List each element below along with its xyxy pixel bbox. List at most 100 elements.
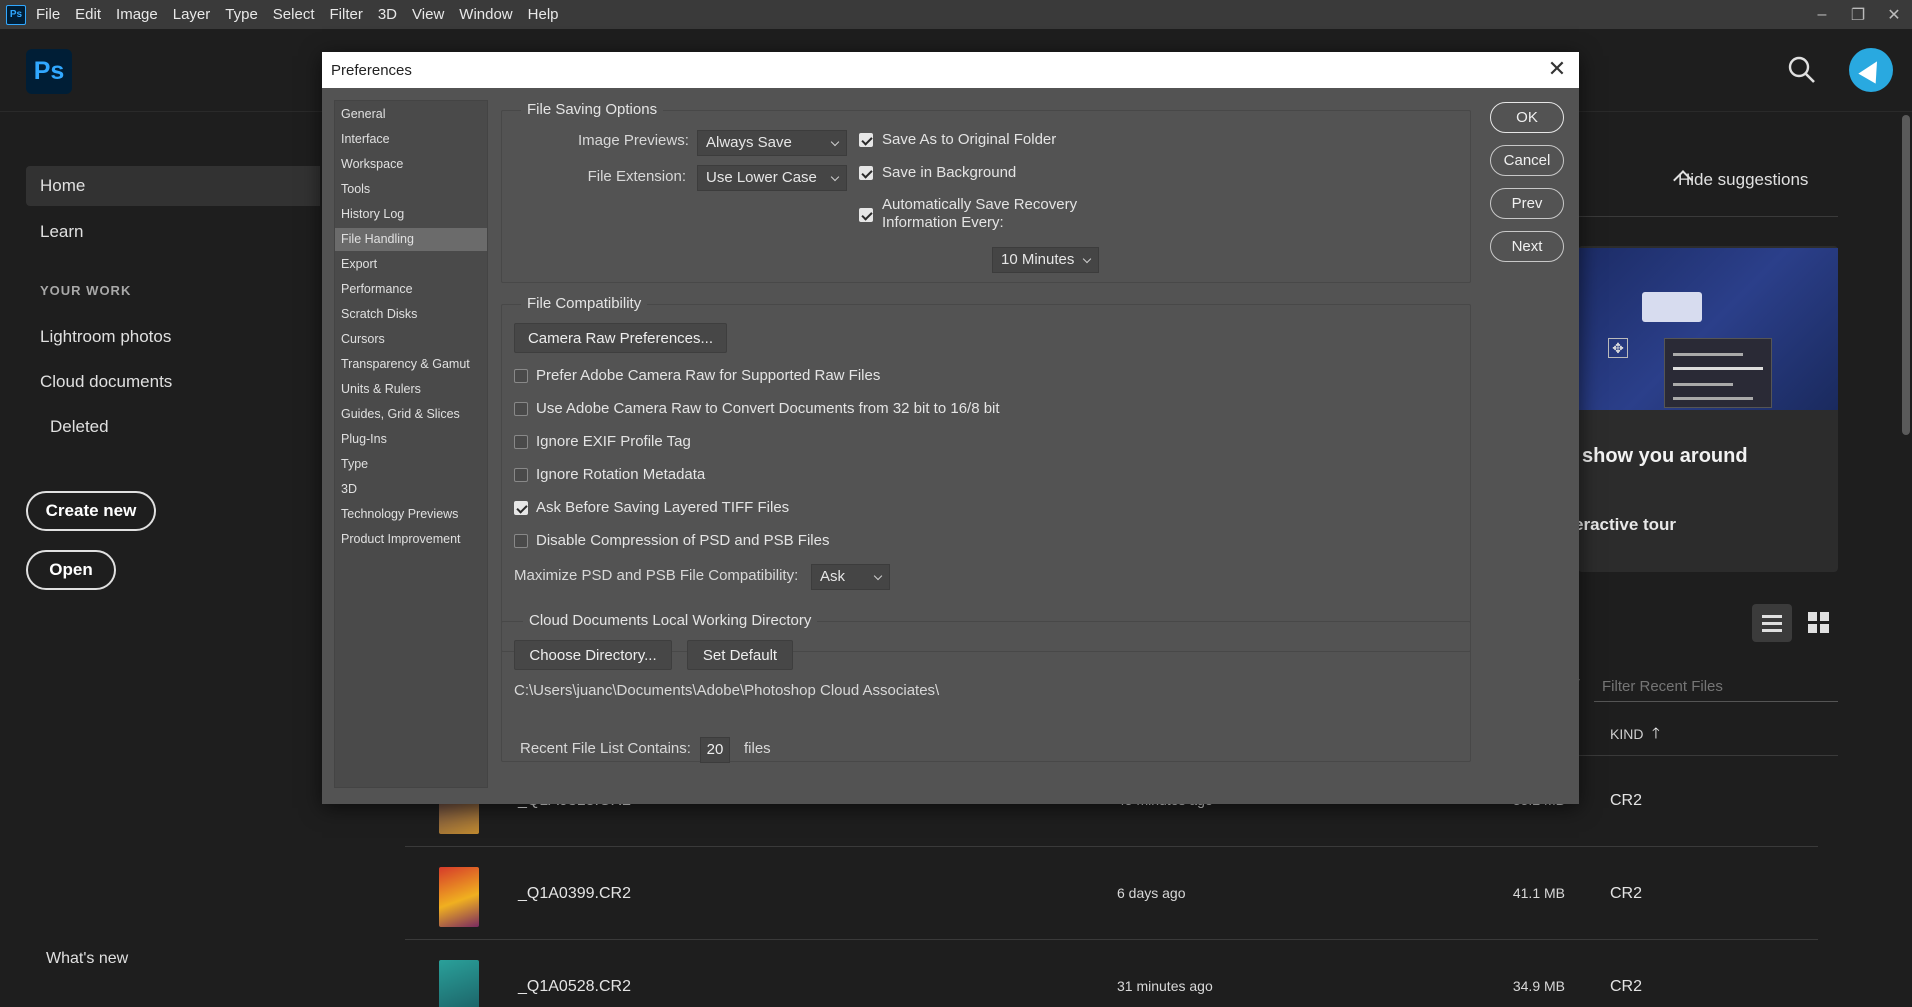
nav-item-tools[interactable]: Tools <box>335 178 487 201</box>
create-new-button[interactable]: Create new <box>26 491 156 531</box>
search-icon[interactable] <box>1787 55 1817 85</box>
file-name: _Q1A0399.CR2 <box>518 885 631 902</box>
prefer-camera-raw-checkbox[interactable] <box>514 369 528 383</box>
window-controls: – ❐ ✕ <box>1804 0 1912 29</box>
sidebar-item-deleted[interactable]: Deleted <box>50 417 109 437</box>
nav-item-guides-grid-slices[interactable]: Guides, Grid & Slices <box>335 403 487 426</box>
nav-item-interface[interactable]: Interface <box>335 128 487 151</box>
prefer-camera-raw-label[interactable]: Prefer Adobe Camera Raw for Supported Ra… <box>536 367 880 385</box>
whats-new-link[interactable]: What's new <box>46 950 128 968</box>
prev-button[interactable]: Prev <box>1490 188 1564 219</box>
maximize-compat-select[interactable]: Ask <box>811 564 890 590</box>
save-background-label[interactable]: Save in Background <box>882 164 1016 182</box>
minimize-icon[interactable]: – <box>1804 6 1840 24</box>
camera-raw-preferences-button[interactable]: Camera Raw Preferences... <box>514 323 727 353</box>
menu-file[interactable]: File <box>36 6 60 23</box>
menu-layer[interactable]: Layer <box>173 6 211 23</box>
nav-item-units-rulers[interactable]: Units & Rulers <box>335 378 487 401</box>
ignore-rotation-checkbox[interactable] <box>514 468 528 482</box>
auto-recovery-interval-select[interactable]: 10 Minutes <box>992 247 1099 273</box>
nav-item-workspace[interactable]: Workspace <box>335 153 487 176</box>
preferences-nav: General Interface Workspace Tools Histor… <box>334 100 488 788</box>
ok-button[interactable]: OK <box>1490 102 1564 133</box>
menu-edit[interactable]: Edit <box>75 6 101 23</box>
save-original-folder-label[interactable]: Save As to Original Folder <box>882 131 1056 149</box>
sidebar-item-lightroom-photos[interactable]: Lightroom photos <box>40 327 171 347</box>
nav-item-plug-ins[interactable]: Plug-Ins <box>335 428 487 451</box>
nav-item-performance[interactable]: Performance <box>335 278 487 301</box>
open-button[interactable]: Open <box>26 550 116 590</box>
ask-layered-tiff-checkbox[interactable] <box>514 501 528 515</box>
file-size: 34.9 MB <box>1512 978 1565 994</box>
menu-view[interactable]: View <box>412 6 444 23</box>
file-kind: CR2 <box>1610 978 1643 995</box>
file-date: 6 days ago <box>1117 885 1186 901</box>
image-previews-select[interactable]: Always Save <box>697 130 847 156</box>
hide-suggestions-link[interactable]: Hide suggestions <box>1678 170 1808 190</box>
file-extension-select[interactable]: Use Lower Case <box>697 165 847 191</box>
menu-3d[interactable]: 3D <box>378 6 397 23</box>
sidebar-item-home[interactable]: Home <box>26 166 320 206</box>
save-background-checkbox[interactable] <box>859 166 873 180</box>
menu-help[interactable]: Help <box>528 6 559 23</box>
menu-image[interactable]: Image <box>116 6 158 23</box>
suggestion-heading: show you around <box>1582 445 1748 467</box>
nav-item-transparency-gamut[interactable]: Transparency & Gamut <box>335 353 487 376</box>
layers-panel-graphic <box>1664 338 1772 408</box>
close-window-icon[interactable]: ✕ <box>1876 5 1912 25</box>
sidebar-item-learn[interactable]: Learn <box>40 222 83 242</box>
table-row[interactable]: _Q1A0399.CR2 6 days ago 41.1 MB CR2 <box>405 847 1818 940</box>
menu-bar: Ps File Edit Image Layer Type Select Fil… <box>0 0 1912 29</box>
ignore-exif-checkbox[interactable] <box>514 435 528 449</box>
suggestion-link[interactable]: eractive tour <box>1574 515 1676 535</box>
speech-bubble-graphic <box>1642 292 1702 322</box>
group-title-file-compatibility: File Compatibility <box>521 295 648 312</box>
set-default-button[interactable]: Set Default <box>687 640 793 670</box>
next-button[interactable]: Next <box>1490 231 1564 262</box>
menu-filter[interactable]: Filter <box>330 6 363 23</box>
nav-item-export[interactable]: Export <box>335 253 487 276</box>
camera-raw-convert-checkbox[interactable] <box>514 402 528 416</box>
choose-directory-button[interactable]: Choose Directory... <box>514 640 672 670</box>
grid-view-icon[interactable] <box>1808 612 1830 634</box>
nav-item-product-improvement[interactable]: Product Improvement <box>335 528 487 551</box>
sidebar-item-cloud-documents[interactable]: Cloud documents <box>40 372 172 392</box>
save-original-folder-checkbox[interactable] <box>859 133 873 147</box>
disable-compression-label[interactable]: Disable Compression of PSD and PSB Files <box>536 532 829 550</box>
nav-item-history-log[interactable]: History Log <box>335 203 487 226</box>
table-row[interactable]: _Q1A0528.CR2 31 minutes ago 34.9 MB CR2 <box>405 940 1818 1007</box>
restore-icon[interactable]: ❐ <box>1840 5 1876 25</box>
nav-item-type[interactable]: Type <box>335 453 487 476</box>
dialog-title: Preferences <box>331 61 412 79</box>
auto-recovery-label[interactable]: Automatically Save Recovery Information … <box>882 196 1077 232</box>
avatar[interactable] <box>1849 48 1893 92</box>
nav-item-scratch-disks[interactable]: Scratch Disks <box>335 303 487 326</box>
nav-item-general[interactable]: General <box>335 103 487 126</box>
column-header-kind[interactable]: KIND <box>1610 726 1643 742</box>
ignore-exif-label[interactable]: Ignore EXIF Profile Tag <box>536 433 691 451</box>
photoshop-app-icon: Ps <box>6 4 26 25</box>
ask-layered-tiff-label[interactable]: Ask Before Saving Layered TIFF Files <box>536 499 789 517</box>
cancel-button[interactable]: Cancel <box>1490 145 1564 176</box>
ignore-rotation-label[interactable]: Ignore Rotation Metadata <box>536 466 705 484</box>
nav-item-file-handling[interactable]: File Handling <box>335 228 487 251</box>
sort-ascending-icon[interactable]: 🡑 <box>1652 723 1660 748</box>
nav-item-technology-previews[interactable]: Technology Previews <box>335 503 487 526</box>
camera-raw-convert-label[interactable]: Use Adobe Camera Raw to Convert Document… <box>536 400 1000 418</box>
disable-compression-checkbox[interactable] <box>514 534 528 548</box>
file-thumbnail <box>439 960 479 1007</box>
menu-select[interactable]: Select <box>273 6 315 23</box>
recent-file-count-input[interactable]: 20 <box>700 737 730 763</box>
file-thumbnail <box>439 867 479 927</box>
menu-window[interactable]: Window <box>459 6 512 23</box>
list-view-icon[interactable] <box>1752 604 1792 642</box>
scrollbar-thumb[interactable] <box>1902 115 1910 435</box>
filter-recent-files-input[interactable] <box>1594 672 1838 702</box>
dialog-title-bar: Preferences <box>322 52 1579 88</box>
file-kind: CR2 <box>1610 885 1643 902</box>
close-icon[interactable]: ✕ <box>1545 58 1569 82</box>
nav-item-3d[interactable]: 3D <box>335 478 487 501</box>
nav-item-cursors[interactable]: Cursors <box>335 328 487 351</box>
auto-recovery-checkbox[interactable] <box>859 208 873 222</box>
menu-type[interactable]: Type <box>225 6 258 23</box>
